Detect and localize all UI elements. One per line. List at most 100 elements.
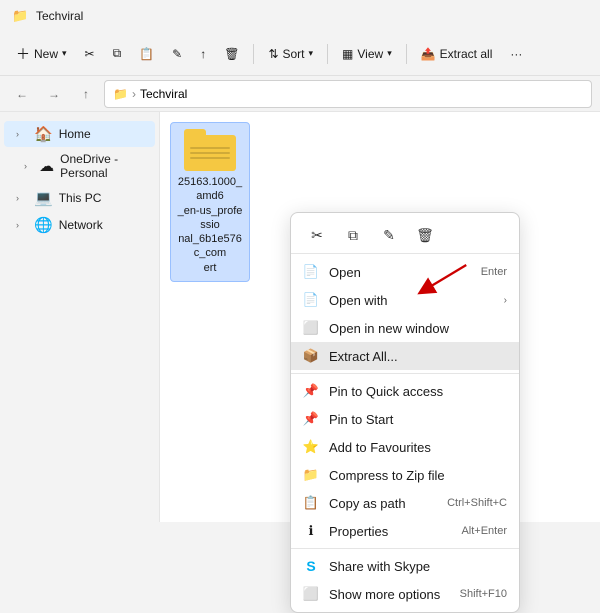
cm-delete-button[interactable]: 🗑 <box>411 221 439 249</box>
onedrive-icon: ☁ <box>39 157 54 175</box>
sidebar-home-label: Home <box>59 127 91 141</box>
cm-pin-start[interactable]: 📌 Pin to Start <box>291 405 519 433</box>
cm-share-skype[interactable]: S Share with Skype <box>291 552 519 580</box>
cm-copy-path[interactable]: 📋 Copy as path Ctrl+Shift+C <box>291 489 519 517</box>
cm-add-favourites[interactable]: ⭐ Add to Favourites <box>291 433 519 461</box>
cm-moreoptions-shortcut: Shift+F10 <box>460 588 507 600</box>
back-button[interactable]: ← <box>8 80 36 108</box>
toolbar-sep3 <box>406 44 407 64</box>
forward-button[interactable]: → <box>40 80 68 108</box>
cm-more-options[interactable]: ⬜ Show more options Shift+F10 <box>291 580 519 608</box>
cm-copy-button[interactable]: ⧉ <box>339 221 367 249</box>
delete-button[interactable]: 🗑 <box>216 42 247 66</box>
home-icon: 🏠 <box>34 125 53 143</box>
path-current: Techviral <box>140 87 187 101</box>
view-label: View <box>357 47 383 61</box>
extract-button[interactable]: 📤 Extract all <box>413 42 501 66</box>
cm-extract-all[interactable]: 📦 Extract All... <box>291 342 519 370</box>
copy-button[interactable]: ⧉ <box>105 41 130 66</box>
cm-extract-label: Extract All... <box>329 349 507 364</box>
cm-properties[interactable]: ℹ Properties Alt+Enter <box>291 517 519 545</box>
cm-copypath-label: Copy as path <box>329 496 437 511</box>
cm-open[interactable]: 📄 Open Enter <box>291 258 519 286</box>
cm-open-shortcut: Enter <box>481 266 507 278</box>
sidebar-item-home[interactable]: › 🏠 Home <box>4 121 155 147</box>
cm-properties-shortcut: Alt+Enter <box>461 525 507 537</box>
sidebar-item-onedrive[interactable]: › ☁ OneDrive - Personal <box>4 148 155 184</box>
cm-favourites-label: Add to Favourites <box>329 440 507 455</box>
new-button[interactable]: ＋ New ▾ <box>8 39 75 69</box>
paste-icon: 📋 <box>139 47 154 61</box>
path-folder-icon: 📁 <box>113 87 128 101</box>
cm-open-with[interactable]: 📄 Open with › <box>291 286 519 314</box>
paste-button[interactable]: 📋 <box>131 42 162 66</box>
more-icon: ··· <box>510 47 522 61</box>
cm-open-icon: 📄 <box>303 264 319 280</box>
cm-compress-zip[interactable]: 📁 Compress to Zip file <box>291 461 519 489</box>
cm-cut-button[interactable]: ✂ <box>303 221 331 249</box>
copy-icon: ⧉ <box>113 46 122 61</box>
up-button[interactable]: ↑ <box>72 80 100 108</box>
cm-moreoptions-label: Show more options <box>329 587 450 602</box>
home-chevron: › <box>16 129 28 139</box>
zip-lines <box>184 135 236 171</box>
zip-line-3 <box>190 157 230 159</box>
view-button[interactable]: ▦ View ▾ <box>334 42 400 66</box>
cm-pin-start-icon: 📌 <box>303 411 319 427</box>
title-bar: 📁 Techviral <box>0 0 600 32</box>
rename-button[interactable]: ✎ <box>164 42 190 66</box>
context-menu: ✂ ⧉ ✎ 🗑 📄 Open Enter 📄 Open with › ⬜ Ope… <box>290 212 520 613</box>
cm-rename-button[interactable]: ✎ <box>375 221 403 249</box>
cm-pin-quick[interactable]: 📌 Pin to Quick access <box>291 377 519 405</box>
thispc-icon: 💻 <box>34 189 53 207</box>
cm-newwindow-icon: ⬜ <box>303 320 319 336</box>
sidebar: › 🏠 Home › ☁ OneDrive - Personal › 💻 Thi… <box>0 112 160 522</box>
content-area: 25163.1000_amd6_en-us_professional_6b1e5… <box>160 112 600 522</box>
cm-openwith-arrow: › <box>504 295 507 306</box>
cm-open-new-window[interactable]: ⬜ Open in new window <box>291 314 519 342</box>
cm-favourites-icon: ⭐ <box>303 439 319 455</box>
file-item-zip[interactable]: 25163.1000_amd6_en-us_professional_6b1e5… <box>170 122 250 282</box>
view-icon: ▦ <box>342 47 353 61</box>
sort-button[interactable]: ⇅ Sort ▾ <box>260 42 321 66</box>
new-icon: ＋ <box>16 44 30 64</box>
network-chevron: › <box>16 220 28 230</box>
more-button[interactable]: ··· <box>502 42 530 66</box>
delete-icon: 🗑 <box>224 47 239 61</box>
cm-pin-quick-icon: 📌 <box>303 383 319 399</box>
toolbar-sep2 <box>327 44 328 64</box>
new-chevron: ▾ <box>62 48 67 59</box>
file-name: 25163.1000_amd6_en-us_professional_6b1e5… <box>177 175 243 275</box>
sort-chevron: ▾ <box>309 48 314 59</box>
cm-toolbar: ✂ ⧉ ✎ 🗑 <box>291 217 519 254</box>
cm-properties-label: Properties <box>329 524 451 539</box>
cm-pin-quick-label: Pin to Quick access <box>329 384 507 399</box>
sidebar-item-thispc[interactable]: › 💻 This PC <box>4 185 155 211</box>
window-title: Techviral <box>36 9 83 23</box>
zip-line-1 <box>190 147 230 149</box>
cut-icon: ✂ <box>85 47 95 61</box>
cm-compress-icon: 📁 <box>303 467 319 483</box>
address-path[interactable]: 📁 › Techviral <box>104 80 592 108</box>
cm-sep2 <box>291 548 519 549</box>
path-sep: › <box>132 87 136 101</box>
cm-skype-icon: S <box>303 558 319 574</box>
extract-label: Extract all <box>440 47 493 61</box>
cut-button[interactable]: ✂ <box>77 42 103 66</box>
view-chevron: ▾ <box>387 48 392 59</box>
folder-body <box>184 135 236 171</box>
onedrive-chevron: › <box>24 161 33 171</box>
network-icon: 🌐 <box>34 216 53 234</box>
rename-icon: ✎ <box>172 47 182 61</box>
address-bar: ← → ↑ 📁 › Techviral <box>0 76 600 112</box>
extract-icon: 📤 <box>421 47 436 61</box>
cm-open-label: Open <box>329 265 471 280</box>
sidebar-item-network[interactable]: › 🌐 Network <box>4 212 155 238</box>
folder-icon <box>184 129 236 171</box>
cm-sep1 <box>291 373 519 374</box>
toolbar: ＋ New ▾ ✂ ⧉ 📋 ✎ ↑ 🗑 ⇅ Sort ▾ ▦ View ▾ 📤 … <box>0 32 600 76</box>
cm-moreoptions-icon: ⬜ <box>303 586 319 602</box>
new-label: New <box>34 47 58 61</box>
window-icon: 📁 <box>12 8 28 24</box>
share-button[interactable]: ↑ <box>192 42 214 66</box>
